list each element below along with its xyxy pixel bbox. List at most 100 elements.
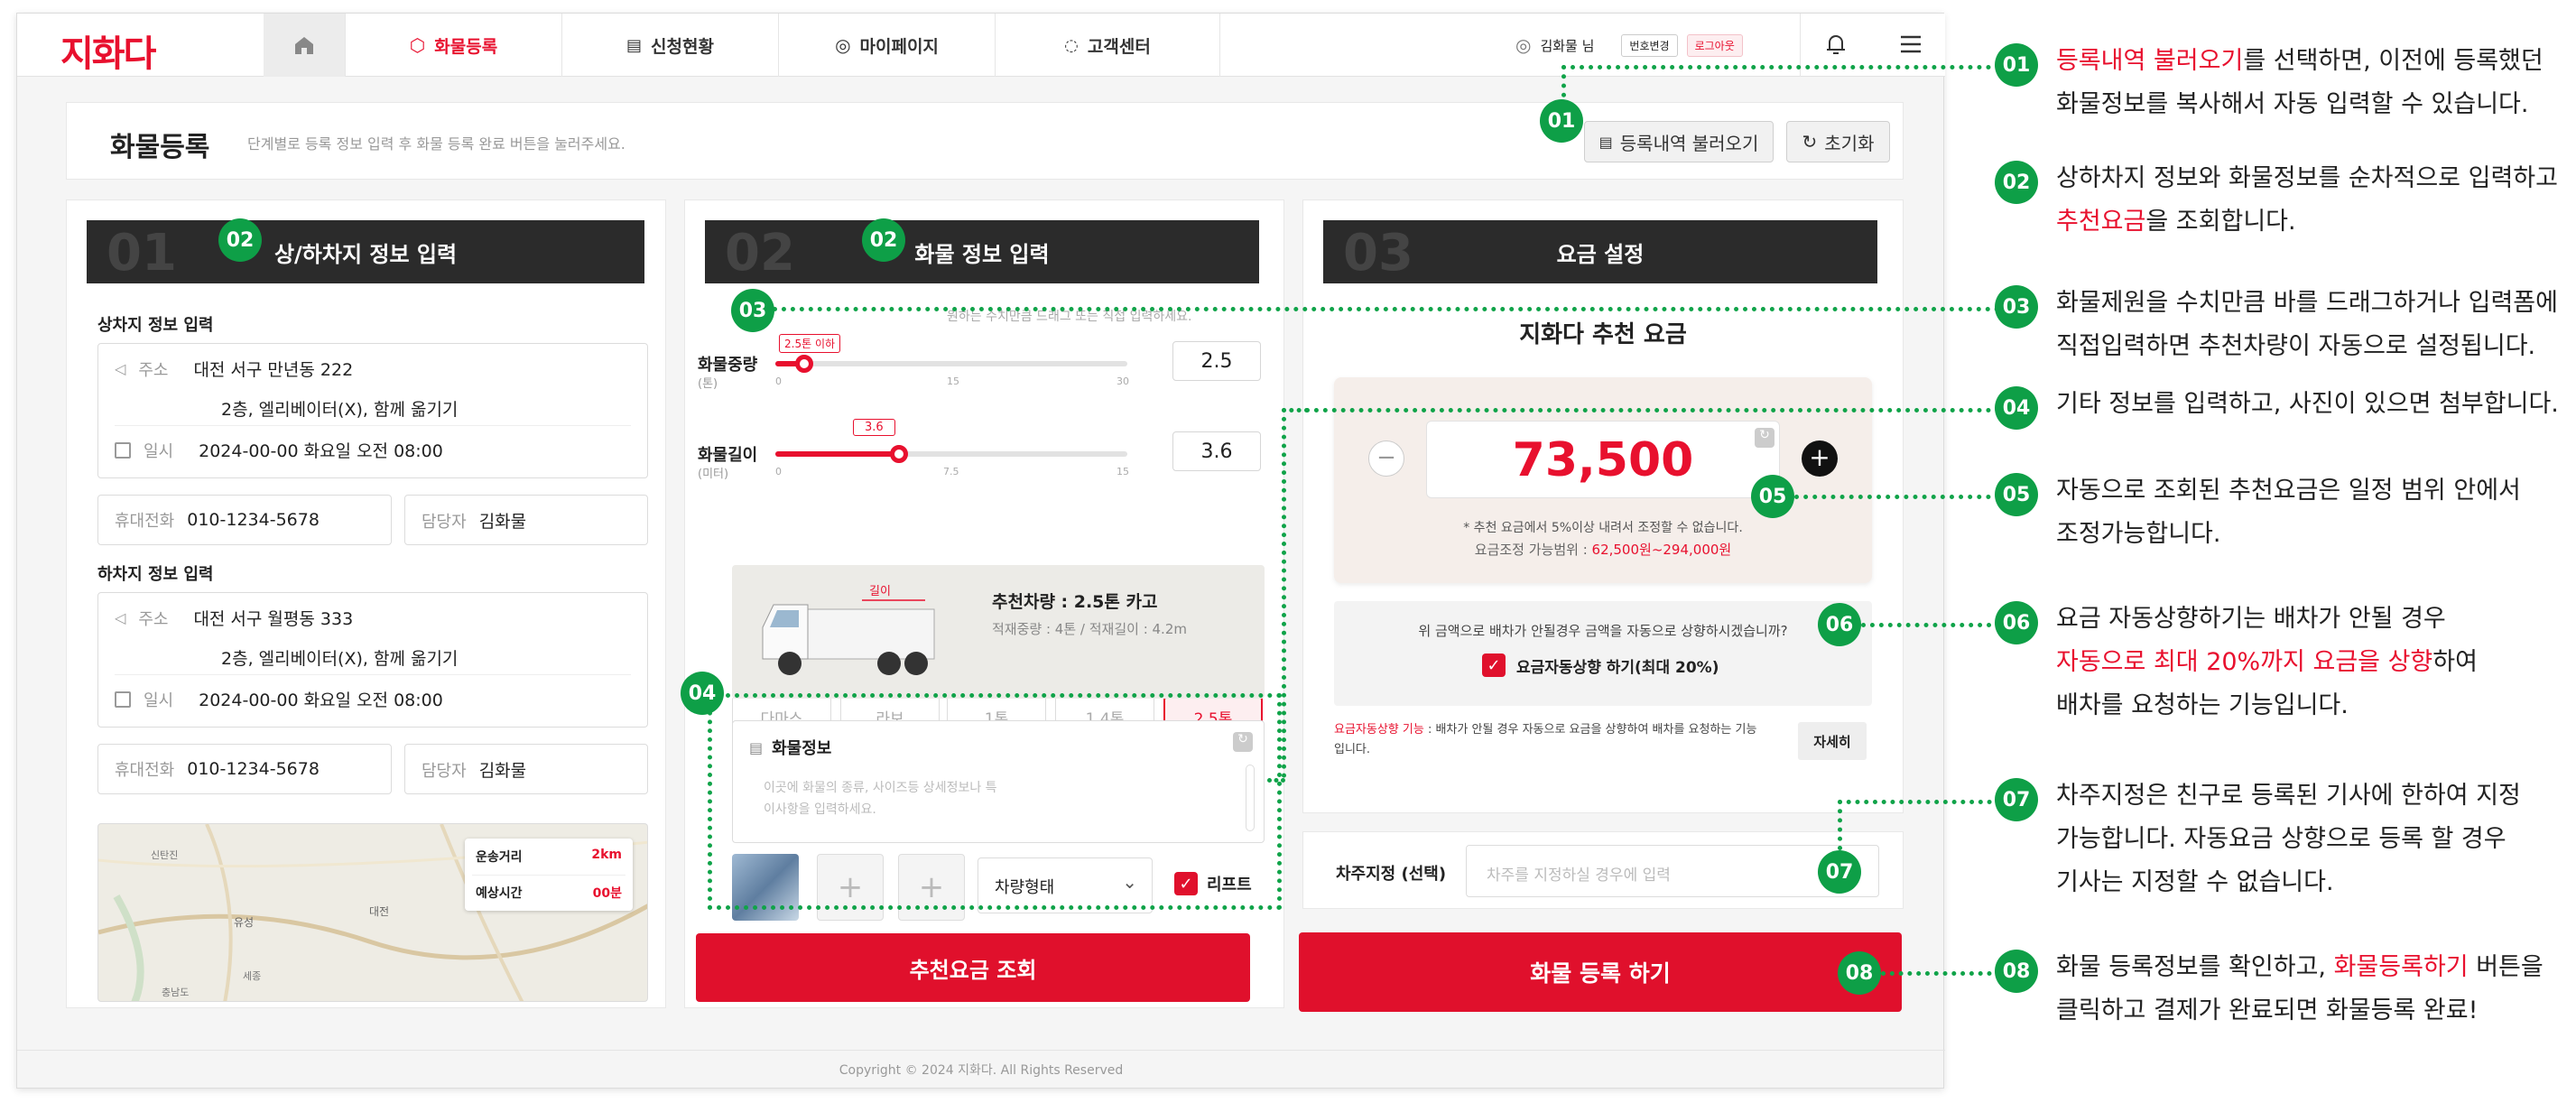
tab-request-status[interactable]: ▤ 신청현황 [561, 14, 778, 77]
marker-08: 08 [1838, 951, 1881, 995]
page-header: 화물등록 단계별로 등록 정보 입력 후 화물 등록 완료 버튼을 눌러주세요.… [66, 102, 1904, 180]
manager-label: 담당자 [422, 512, 467, 532]
tab-mypage[interactable]: ◎ 마이페이지 [778, 14, 995, 77]
distance-label: 운송거리 [476, 850, 523, 865]
fare-input[interactable]: 73,500 [1426, 421, 1780, 498]
pickup-phone-field[interactable]: 휴대전화 010-1234-5678 [97, 495, 392, 545]
length-slider-fill [775, 451, 899, 457]
annotation-text: 화물 등록정보를 확인하고, [2056, 953, 2334, 981]
dropoff-address: 대전 서구 월평동 333 [193, 609, 354, 629]
fare-range-label: 요금조정 가능범위 : [1474, 542, 1592, 558]
annotation-text: 차주지정은 친구로 등록된 기사에 한하여 지정 [2056, 782, 2521, 810]
weight-slider-track[interactable] [775, 361, 1127, 366]
load-history-button[interactable]: ▤ 등록내역 불러오기 [1584, 121, 1774, 162]
location-icon: ◁ [115, 609, 126, 626]
footer-copyright: Copyright © 2024 지화다. All Rights Reserve… [17, 1050, 1945, 1089]
chat-icon: ◌ [1064, 35, 1079, 55]
annotation-badge-08: 08 [1995, 950, 2038, 993]
logo[interactable]: 지화다 [60, 24, 156, 77]
length-input[interactable]: 3.6 [1172, 431, 1261, 471]
dropoff-manager: 김화물 [478, 761, 527, 781]
annotation-badge-05: 05 [1995, 473, 2038, 516]
annotation-text: 자동으로 조회된 추천요금은 일정 범위 안에서 [2056, 477, 2521, 505]
manager-label: 담당자 [422, 761, 467, 781]
marker-01: 01 [1540, 99, 1583, 143]
length-unit: (미터) [698, 468, 729, 481]
pickup-manager: 김화물 [478, 512, 527, 532]
calendar-icon [115, 441, 131, 459]
weight-slider-handle[interactable] [795, 355, 814, 373]
annotation-text: 를 선택하면, 이전에 등록했던 [2243, 47, 2544, 75]
decrease-fare-button[interactable]: − [1368, 440, 1404, 477]
auto-raise-description: 요금자동상향 기능 : 배차가 안될 경우 자동으로 요금을 상향하여 배차를 … [1334, 720, 1758, 760]
address-label: 주소 [138, 360, 169, 380]
annotation-03-text: 화물제원을 수치만큼 바를 드래그하거나 입력폼에 직접입력하면 추천차량이 자동… [2056, 282, 2558, 368]
weight-tick: 30 [1117, 375, 1129, 387]
reset-button[interactable]: ↻ 초기화 [1786, 121, 1890, 162]
route-map[interactable]: 신탄진 유성 대전 세종 충남도 운송거리 2km 예상시간 00분 [97, 823, 648, 1002]
annotation-highlight: 화물등록하기 [2333, 953, 2469, 981]
marker-05: 05 [1751, 475, 1794, 518]
pickup-phone: 010-1234-5678 [187, 510, 320, 530]
cube-icon: ⬡ [409, 34, 426, 56]
increase-fare-button[interactable]: + [1802, 440, 1838, 477]
auto-raise-box: 위 금액으로 배차가 안될경우 금액을 자동으로 상향하시겠습니까? ✓ 요금자동… [1334, 601, 1872, 706]
reset-label: 초기화 [1824, 132, 1875, 154]
length-tick: 0 [775, 466, 782, 477]
tab-customer-center[interactable]: ◌ 고객센터 [995, 14, 1220, 77]
search-fare-button[interactable]: 추천요금 조회 [696, 933, 1250, 1002]
annotation-text: 요금 자동상향하기는 배차가 안될 경우 [2056, 605, 2446, 633]
length-tooltip: 3.6 [853, 419, 895, 436]
step1-panel: 01 상/하차지 정보 입력 상차지 정보 입력 ◁ 주소 대전 서구 만년동 222… [66, 199, 666, 1008]
refresh-icon: ↻ [1802, 131, 1818, 153]
length-tick: 15 [1117, 466, 1129, 477]
dropoff-heading: 하차지 정보 입력 [97, 565, 214, 584]
refresh-icon[interactable]: ↻ [1755, 428, 1774, 448]
route-info-card: 운송거리 2km 예상시간 00분 [465, 839, 633, 911]
time-value: 00분 [592, 886, 622, 901]
annotation-05-text: 자동으로 조회된 추천요금은 일정 범위 안에서 조정가능합니다. [2056, 469, 2521, 556]
fare-range: 62,500원~294,000원 [1591, 542, 1732, 558]
dropoff-manager-field[interactable]: 담당자 김화물 [404, 744, 648, 794]
annotation-07-text: 차주지정은 친구로 등록된 기사에 한하여 지정 가능합니다. 자동요금 상향으로… [2056, 774, 2521, 904]
pickup-address-box[interactable]: ◁ 주소 대전 서구 만년동 222 2층, 엘리베이터(X), 함께 옮기기 일시… [97, 343, 648, 478]
register-cargo-button[interactable]: 화물 등록 하기 [1299, 932, 1902, 1012]
tab-label: 화물등록 [434, 36, 498, 57]
tab-label: 신청현황 [651, 36, 714, 57]
annotation-badge-02: 02 [1995, 161, 2038, 204]
tab-cargo-register[interactable]: ⬡ 화물등록 [345, 14, 561, 77]
auto-raise-checkbox[interactable]: ✓ 요금자동상향 하기(최대 20%) [1482, 653, 1719, 677]
page-title: 화물등록 [110, 132, 210, 163]
tab-label: 마이페이지 [859, 36, 939, 57]
distance-value: 2km [591, 848, 622, 862]
length-slider-handle[interactable] [889, 445, 908, 463]
annotation-text: 클릭하고 결제가 완료되면 화물등록 완료! [2056, 996, 2479, 1024]
user-icon: ◎ [1515, 34, 1532, 56]
change-number-button[interactable]: 번호변경 [1621, 33, 1678, 57]
marker-07: 07 [1818, 850, 1861, 894]
annotation-highlight: 추천요금 [2056, 208, 2146, 236]
marker-03: 03 [731, 289, 774, 332]
annotation-text: 화물정보를 복사해서 자동 입력할 수 있습니다. [2056, 90, 2529, 118]
pickup-manager-field[interactable]: 담당자 김화물 [404, 495, 648, 545]
annotation-text: 상하차지 정보와 화물정보를 순차적으로 입력하고 [2056, 164, 2558, 192]
connector-04-line [1305, 408, 2018, 412]
annotation-text: 버튼을 [2468, 953, 2544, 981]
marker-04: 04 [681, 672, 724, 715]
menu-icon[interactable] [1899, 33, 1923, 59]
dropoff-address-box[interactable]: ◁ 주소 대전 서구 월평동 333 2층, 엘리베이터(X), 함께 옮기기 일시… [97, 592, 648, 728]
logout-button[interactable]: 로그아웃 [1686, 33, 1743, 57]
annotation-text: 하여 [2432, 648, 2478, 676]
step3-panel: 03 요금 설정 지화다 추천 요금 − 73,500 ↻ + * 추천 요금에서… [1302, 199, 1904, 813]
date-label: 일시 [144, 691, 174, 710]
detail-button[interactable]: 자세히 [1798, 722, 1867, 760]
weight-input[interactable]: 2.5 [1172, 341, 1261, 381]
auto-raise-desc-title: 요금자동상향 기능 [1334, 723, 1424, 737]
marker-02: 02 [218, 218, 262, 262]
bell-icon[interactable] [1824, 32, 1848, 60]
dropoff-phone-field[interactable]: 휴대전화 010-1234-5678 [97, 744, 392, 794]
annotation-highlight: 등록내역 불러오기 [2056, 47, 2244, 75]
home-button[interactable] [264, 14, 345, 77]
annotation-06-text: 요금 자동상향하기는 배차가 안될 경우 자동으로 최대 20%까지 요금을 상향… [2056, 598, 2478, 728]
user-icon: ◎ [835, 34, 851, 56]
